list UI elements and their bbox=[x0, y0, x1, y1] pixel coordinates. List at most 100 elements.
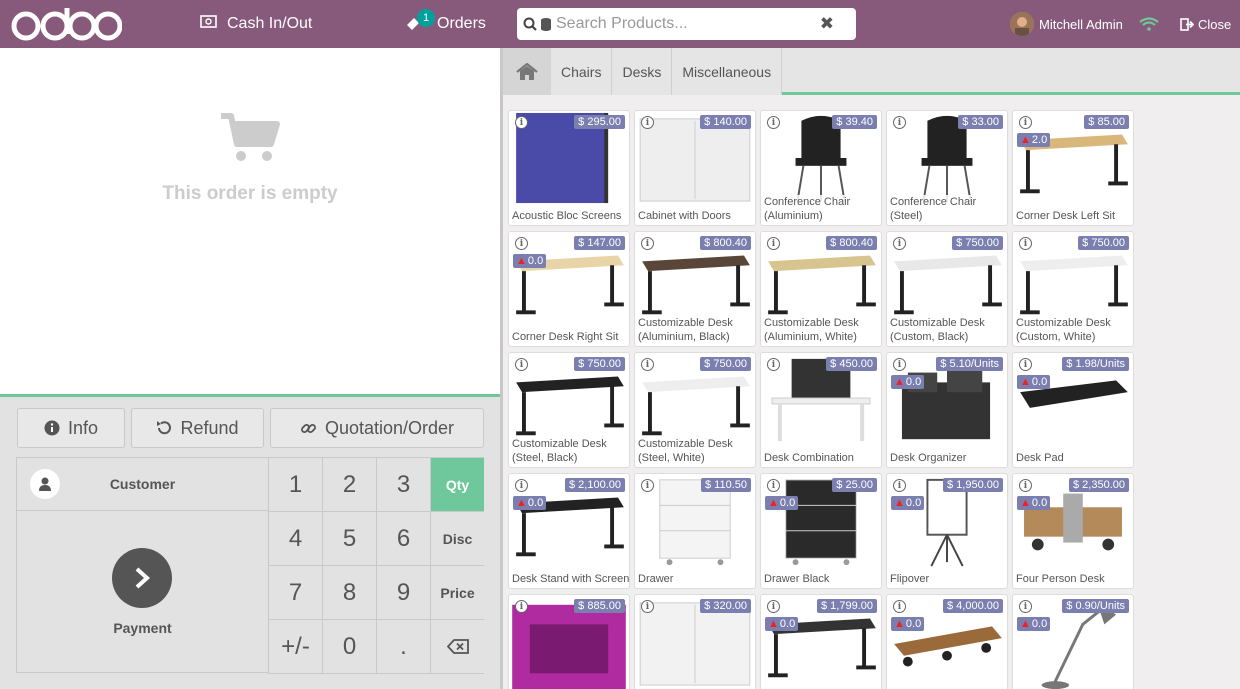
product-card[interactable]: i $ 25.00 ▲ 0.0 Drawer Black bbox=[760, 473, 882, 589]
key-8[interactable]: 8 bbox=[322, 566, 376, 620]
product-info-icon[interactable]: i bbox=[893, 358, 906, 371]
product-card[interactable]: i $ 33.00 Conference Chair (Steel) bbox=[886, 110, 1008, 226]
product-card[interactable]: i $ 140.00 Cabinet with Doors bbox=[634, 110, 756, 226]
orders-label: Orders bbox=[437, 15, 486, 32]
product-info-icon[interactable]: i bbox=[1019, 116, 1032, 129]
key-1[interactable]: 1 bbox=[268, 458, 322, 512]
key-plus-minus[interactable]: +/- bbox=[268, 620, 322, 674]
key-7[interactable]: 7 bbox=[268, 566, 322, 620]
key-5[interactable]: 5 bbox=[322, 512, 376, 566]
stock-warning-badge: ▲ 0.0 bbox=[1017, 375, 1051, 389]
product-info-icon[interactable]: i bbox=[767, 237, 780, 250]
product-screen: Chairs Desks Miscellaneous i $ 295.00 Acou… bbox=[503, 48, 1240, 689]
product-info-icon[interactable]: i bbox=[1019, 479, 1032, 492]
mode-price-button[interactable]: Price bbox=[430, 566, 484, 620]
product-card[interactable]: i $ 450.00 Desk Combination bbox=[760, 352, 882, 468]
payment-button[interactable]: Payment bbox=[17, 512, 268, 673]
cash-in-out-button[interactable]: Cash In/Out bbox=[200, 0, 312, 48]
product-price-tag: $ 5.10/Units bbox=[936, 357, 1003, 371]
product-price-tag: $ 1.98/Units bbox=[1062, 357, 1129, 371]
home-category-button[interactable] bbox=[503, 48, 551, 95]
close-button[interactable]: Close bbox=[1180, 0, 1231, 48]
product-info-icon[interactable]: i bbox=[515, 116, 528, 129]
product-info-icon[interactable]: i bbox=[893, 237, 906, 250]
close-label: Close bbox=[1198, 16, 1232, 32]
product-name: Four Person Desk bbox=[1016, 572, 1133, 586]
stock-qty: 0.0 bbox=[1031, 618, 1048, 630]
product-info-icon[interactable]: i bbox=[641, 237, 654, 250]
refund-button[interactable]: Refund bbox=[131, 408, 264, 448]
product-name: Drawer bbox=[638, 572, 755, 586]
user-menu[interactable]: Mitchell Admin bbox=[1010, 0, 1123, 48]
mode-disc-button[interactable]: Disc bbox=[430, 512, 484, 566]
product-card[interactable]: i $ 0.90/Units ▲ 0.0 bbox=[1012, 594, 1134, 689]
mode-qty-button[interactable]: Qty bbox=[430, 458, 484, 512]
clear-search-icon[interactable]: ✖ bbox=[820, 14, 834, 34]
key-2[interactable]: 2 bbox=[322, 458, 376, 512]
product-info-icon[interactable]: i bbox=[515, 479, 528, 492]
warning-icon: ▲ bbox=[1020, 497, 1031, 509]
product-card[interactable]: i $ 5.10/Units ▲ 0.0 Desk Organizer bbox=[886, 352, 1008, 468]
product-card[interactable]: i $ 295.00 Acoustic Bloc Screens bbox=[508, 110, 630, 226]
product-card[interactable]: i $ 320.00 bbox=[634, 594, 756, 689]
product-card[interactable]: i $ 1.98/Units ▲ 0.0 Desk Pad bbox=[1012, 352, 1134, 468]
key-6[interactable]: 6 bbox=[376, 512, 430, 566]
backspace-button[interactable] bbox=[430, 620, 484, 674]
product-card[interactable]: i $ 110.50 Drawer bbox=[634, 473, 756, 589]
product-name: Corner Desk Left Sit bbox=[1016, 209, 1133, 223]
product-price-tag: $ 140.00 bbox=[700, 115, 751, 129]
product-card[interactable]: i $ 750.00 Customizable Desk (Steel, Black… bbox=[508, 352, 630, 468]
product-info-icon[interactable]: i bbox=[767, 600, 780, 613]
key-0[interactable]: 0 bbox=[322, 620, 376, 674]
product-info-icon[interactable]: i bbox=[1019, 358, 1032, 371]
product-card[interactable]: i $ 147.00 ▲ 0.0 Corner Desk Right Sit bbox=[508, 231, 630, 347]
warning-icon: ▲ bbox=[516, 255, 527, 267]
key-dot[interactable]: . bbox=[376, 620, 430, 674]
orders-button[interactable]: 1 Orders bbox=[405, 0, 486, 48]
product-info-icon[interactable]: i bbox=[641, 600, 654, 613]
product-card[interactable]: i $ 2,100.00 ▲ 0.0 Desk Stand with Screen bbox=[508, 473, 630, 589]
product-card[interactable]: i $ 1,799.00 ▲ 0.0 bbox=[760, 594, 882, 689]
product-card[interactable]: i $ 39.40 Conference Chair (Aluminium) bbox=[760, 110, 882, 226]
product-info-icon[interactable]: i bbox=[515, 237, 528, 250]
product-info-icon[interactable]: i bbox=[893, 479, 906, 492]
key-9[interactable]: 9 bbox=[376, 566, 430, 620]
category-miscellaneous[interactable]: Miscellaneous bbox=[672, 48, 783, 95]
product-info-icon[interactable]: i bbox=[767, 358, 780, 371]
product-card[interactable]: i $ 800.40 Customizable Desk (Aluminium, B… bbox=[634, 231, 756, 347]
product-card[interactable]: i $ 885.00 bbox=[508, 594, 630, 689]
category-desks[interactable]: Desks bbox=[612, 48, 673, 95]
category-bar: Chairs Desks Miscellaneous bbox=[503, 48, 1240, 95]
quotation-order-button[interactable]: Quotation/Order bbox=[270, 408, 484, 448]
product-card[interactable]: i $ 750.00 Customizable Desk (Custom, Blac… bbox=[886, 231, 1008, 347]
product-info-icon[interactable]: i bbox=[1019, 237, 1032, 250]
product-info-icon[interactable]: i bbox=[767, 116, 780, 129]
product-card[interactable]: i $ 4,000.00 ▲ 0.0 bbox=[886, 594, 1008, 689]
customer-button[interactable]: Customer bbox=[17, 458, 268, 511]
product-card[interactable]: i $ 85.00 ▲ 2.0 Corner Desk Left Sit bbox=[1012, 110, 1134, 226]
product-card[interactable]: i $ 750.00 Customizable Desk (Custom, Whit… bbox=[1012, 231, 1134, 347]
product-info-icon[interactable]: i bbox=[1019, 600, 1032, 613]
product-card[interactable]: i $ 2,350.00 ▲ 0.0 Four Person Desk bbox=[1012, 473, 1134, 589]
product-info-icon[interactable]: i bbox=[515, 358, 528, 371]
info-button[interactable]: Info bbox=[17, 408, 125, 448]
product-info-icon[interactable]: i bbox=[767, 479, 780, 492]
product-info-icon[interactable]: i bbox=[641, 358, 654, 371]
key-4[interactable]: 4 bbox=[268, 512, 322, 566]
product-card[interactable]: i $ 800.40 Customizable Desk (Aluminium, W… bbox=[760, 231, 882, 347]
product-info-icon[interactable]: i bbox=[893, 600, 906, 613]
product-card[interactable]: i $ 1,950.00 ▲ 0.0 Flipover bbox=[886, 473, 1008, 589]
search-input[interactable] bbox=[556, 15, 796, 33]
key-3[interactable]: 3 bbox=[376, 458, 430, 512]
product-info-icon[interactable]: i bbox=[515, 600, 528, 613]
sign-out-icon bbox=[1180, 17, 1194, 31]
category-chairs[interactable]: Chairs bbox=[551, 48, 613, 95]
product-info-icon[interactable]: i bbox=[641, 116, 654, 129]
product-price-tag: $ 450.00 bbox=[826, 357, 877, 371]
stock-warning-badge: ▲ 0.0 bbox=[891, 375, 925, 389]
product-info-icon[interactable]: i bbox=[893, 116, 906, 129]
stock-qty: 0.0 bbox=[905, 618, 922, 630]
product-card[interactable]: i $ 750.00 Customizable Desk (Steel, White… bbox=[634, 352, 756, 468]
product-info-icon[interactable]: i bbox=[641, 479, 654, 492]
empty-order-message: This order is empty bbox=[162, 183, 338, 204]
